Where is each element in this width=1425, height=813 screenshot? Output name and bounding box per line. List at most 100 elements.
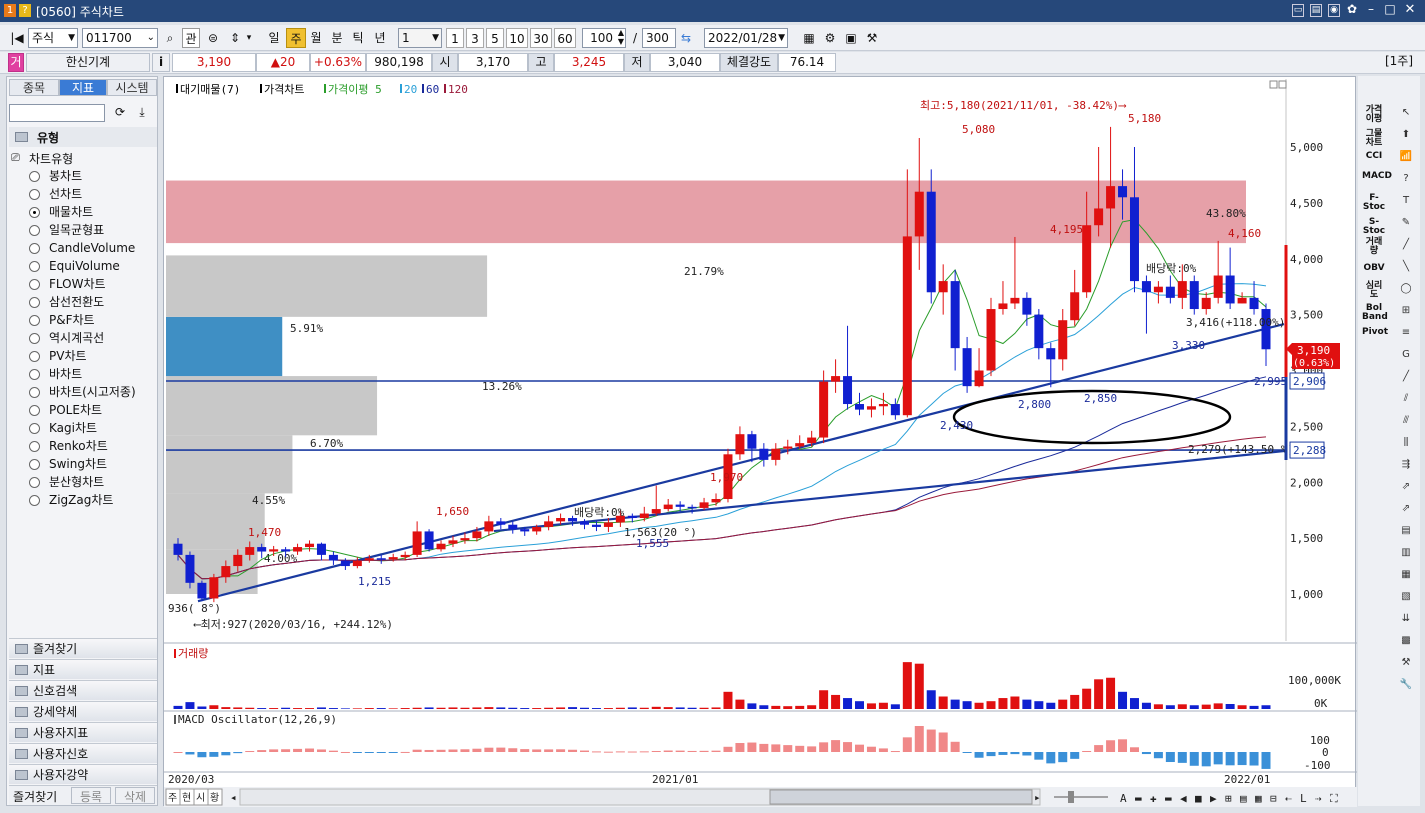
updown-icon[interactable]: ⇕ bbox=[226, 28, 244, 48]
tab-stocks[interactable]: 종목 bbox=[9, 79, 59, 96]
indicator-shortcut[interactable]: S-Stoc bbox=[1362, 218, 1386, 236]
chart-canvas[interactable]: 4.00% 4.55% 6.70% 13.26% 5.91% 21.79% 43.80% 5,… bbox=[164, 77, 1357, 807]
folder-row[interactable]: 지표 bbox=[9, 659, 157, 679]
circle-icon[interactable]: ◯ bbox=[1398, 282, 1414, 296]
period-day[interactable]: 일 bbox=[264, 28, 284, 48]
restore-layout-icon[interactable]: ▭ bbox=[1292, 4, 1304, 17]
radio-button[interactable] bbox=[29, 405, 40, 416]
arrow-up2-icon[interactable]: ⇗ bbox=[1398, 502, 1414, 516]
indicator-shortcut[interactable]: 심리도 bbox=[1362, 282, 1386, 300]
interval-3[interactable]: 3 bbox=[466, 28, 484, 48]
radio-button[interactable] bbox=[29, 297, 40, 308]
folder-row[interactable]: 사용자신호 bbox=[9, 743, 157, 763]
arrow-up-icon[interactable]: ⇗ bbox=[1398, 480, 1414, 494]
fan-icon[interactable]: ⫻ bbox=[1398, 414, 1414, 428]
interval-60[interactable]: 60 bbox=[554, 28, 576, 48]
box5-icon[interactable]: ▩ bbox=[1398, 634, 1414, 648]
radio-button[interactable] bbox=[29, 441, 40, 452]
interval-select[interactable]: 1 ▼ bbox=[398, 28, 442, 48]
channel-icon[interactable]: ⫽ bbox=[1398, 392, 1414, 406]
diagonal-icon[interactable]: ╲ bbox=[1398, 260, 1414, 274]
radio-button[interactable] bbox=[29, 387, 40, 398]
register-button[interactable]: 등록 bbox=[71, 787, 111, 804]
radio-button[interactable] bbox=[29, 459, 40, 470]
download-icon[interactable]: ⤓ bbox=[133, 105, 151, 121]
eraser-icon[interactable]: ⬆ bbox=[1398, 128, 1414, 142]
radio-button[interactable] bbox=[29, 225, 40, 236]
grid-icon[interactable]: ⊞ bbox=[1398, 304, 1414, 318]
box4-icon[interactable]: ▧ bbox=[1398, 590, 1414, 604]
indicator-shortcut[interactable]: 가격이평 bbox=[1362, 106, 1386, 124]
chart-icon[interactable]: ▦ bbox=[800, 28, 818, 48]
indicator-shortcut[interactable]: OBV bbox=[1362, 264, 1386, 273]
tools-icon[interactable]: ⚒ bbox=[863, 28, 881, 48]
total-input[interactable]: 300 bbox=[642, 28, 676, 48]
indicator-shortcut[interactable]: MACD bbox=[1362, 172, 1392, 181]
footer-favorites[interactable]: 즐겨찾기 bbox=[13, 788, 57, 805]
fib-icon[interactable]: ⫼ bbox=[1398, 436, 1414, 450]
save-icon[interactable]: ▤ bbox=[1310, 4, 1322, 17]
zoom-icon[interactable]: ⇆ bbox=[678, 28, 694, 48]
period-month[interactable]: 월 bbox=[306, 28, 326, 48]
radio-button[interactable] bbox=[29, 495, 40, 506]
period-minute[interactable]: 분 bbox=[327, 28, 347, 48]
stock-code-input[interactable]: 011700 ⌄ bbox=[82, 28, 158, 48]
cursor-icon[interactable]: ↖ bbox=[1398, 106, 1414, 120]
maximize-icon[interactable]: □ bbox=[1384, 3, 1396, 17]
line-icon[interactable]: ╱ bbox=[1398, 238, 1414, 252]
market-select[interactable]: 주식 ▼ bbox=[28, 28, 78, 48]
settings-gear-icon[interactable]: ✿ bbox=[1346, 3, 1358, 17]
radio-button[interactable] bbox=[29, 171, 40, 182]
chart-area[interactable]: 4.00% 4.55% 6.70% 13.26% 5.91% 21.79% 43.80% 5,… bbox=[163, 76, 1357, 807]
indicator-shortcut[interactable]: 그물차트 bbox=[1362, 130, 1386, 148]
print-icon[interactable]: ▣ bbox=[842, 28, 860, 48]
chevron-down-icon[interactable]: ▾ bbox=[244, 28, 254, 48]
info-icon[interactable]: i bbox=[152, 53, 170, 72]
indicator-shortcut[interactable]: Pivot bbox=[1362, 328, 1388, 337]
folder-row[interactable]: 즐겨찾기 bbox=[9, 638, 157, 658]
tab-indicators[interactable]: 지표 bbox=[59, 79, 107, 96]
radio-button[interactable] bbox=[29, 369, 40, 380]
box3-icon[interactable]: ▦ bbox=[1398, 568, 1414, 582]
radio-button[interactable] bbox=[29, 315, 40, 326]
radio-button[interactable] bbox=[29, 279, 40, 290]
refresh-icon[interactable]: ⟳ bbox=[111, 105, 129, 121]
indicator-search-input[interactable] bbox=[9, 104, 105, 122]
indicator-shortcut[interactable]: 거래량 bbox=[1362, 238, 1386, 256]
tab-system[interactable]: 시스템 bbox=[107, 79, 157, 96]
tools-icon[interactable]: ⚒ bbox=[1398, 656, 1414, 670]
folder-row[interactable]: 사용자지표 bbox=[9, 722, 157, 742]
arrows-icon[interactable]: ⇶ bbox=[1398, 458, 1414, 472]
radio-button[interactable] bbox=[29, 477, 40, 488]
first-stock-icon[interactable]: |◀ bbox=[8, 28, 26, 48]
radio-button[interactable] bbox=[29, 261, 40, 272]
interval-10[interactable]: 10 bbox=[506, 28, 528, 48]
search-icon[interactable]: ⌕ bbox=[162, 28, 178, 48]
radio-button[interactable] bbox=[29, 207, 40, 218]
group-header[interactable]: 유형 bbox=[9, 127, 157, 147]
lines-icon[interactable]: ≡ bbox=[1398, 326, 1414, 340]
period-tick[interactable]: 틱 bbox=[348, 28, 368, 48]
text-icon[interactable]: T bbox=[1398, 194, 1414, 208]
radio-button[interactable] bbox=[29, 351, 40, 362]
help-badge[interactable]: ? bbox=[19, 4, 31, 17]
gann-icon[interactable]: G bbox=[1398, 348, 1414, 362]
folder-row[interactable]: 강세약세 bbox=[9, 701, 157, 721]
help-icon[interactable]: ? bbox=[1398, 172, 1414, 186]
interval-5[interactable]: 5 bbox=[486, 28, 504, 48]
box1-icon[interactable]: ▤ bbox=[1398, 524, 1414, 538]
capture-icon[interactable]: ◉ bbox=[1328, 4, 1340, 17]
folder-row[interactable]: 신호검색 bbox=[9, 680, 157, 700]
gwan-button[interactable]: 관 bbox=[182, 28, 200, 48]
indicator-shortcut[interactable]: CCI bbox=[1362, 152, 1386, 161]
interval-30[interactable]: 30 bbox=[530, 28, 552, 48]
folder-row[interactable]: 사용자강약 bbox=[9, 764, 157, 784]
pen-icon[interactable]: ✎ bbox=[1398, 216, 1414, 230]
close-icon[interactable]: ✕ bbox=[1404, 3, 1416, 17]
trend-icon[interactable]: ╱ bbox=[1398, 370, 1414, 384]
indicator-shortcut[interactable]: F-Stoc bbox=[1362, 194, 1386, 212]
delete-button[interactable]: 삭제 bbox=[115, 787, 155, 804]
box2-icon[interactable]: ▥ bbox=[1398, 546, 1414, 560]
wrench-icon[interactable]: 🔧 bbox=[1398, 678, 1414, 692]
link-icon[interactable]: ⊜ bbox=[204, 28, 222, 48]
